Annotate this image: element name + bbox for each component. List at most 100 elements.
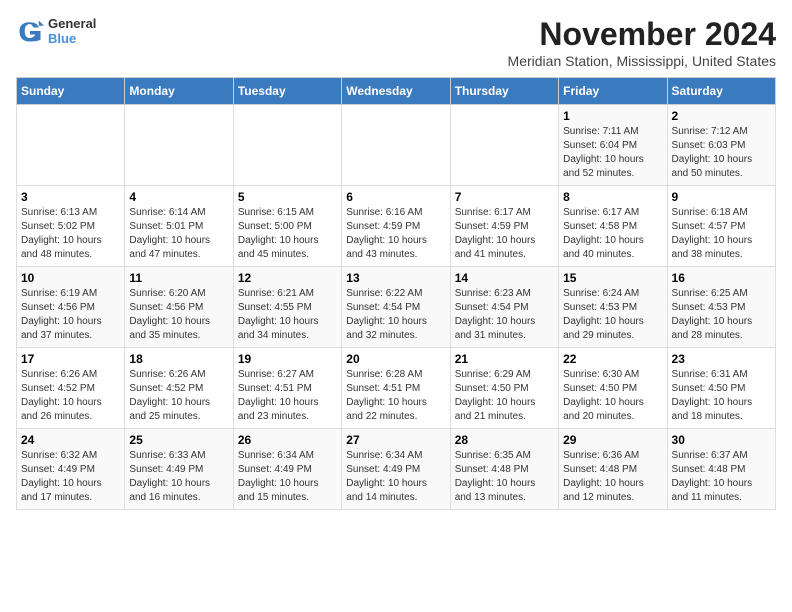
- day-info: Sunrise: 7:11 AM Sunset: 6:04 PM Dayligh…: [563, 125, 662, 181]
- day-info: Sunrise: 6:34 AM Sunset: 4:49 PM Dayligh…: [346, 449, 445, 505]
- table-row: 13 Sunrise: 6:22 AM Sunset: 4:54 PM Dayli…: [342, 267, 450, 348]
- table-row: 11Sunrise: 6:20 AM Sunset: 4:56 PM Dayli…: [125, 267, 233, 348]
- day-number: 7: [455, 190, 554, 204]
- day-info: Sunrise: 6:21 AM Sunset: 4:55 PM Dayligh…: [238, 287, 337, 343]
- day-number: 27: [346, 433, 445, 447]
- table-row: 9 Sunrise: 6:18 AM Sunset: 4:57 PM Daylig…: [667, 186, 775, 267]
- table-row: 1 Sunrise: 7:11 AM Sunset: 6:04 PM Daylig…: [559, 105, 667, 186]
- day-info: Sunrise: 6:36 AM Sunset: 4:48 PM Dayligh…: [563, 449, 662, 505]
- logo-text: General Blue: [48, 16, 96, 46]
- day-info: Sunrise: 6:26 AM Sunset: 4:52 PM Dayligh…: [129, 368, 228, 424]
- day-info: Sunrise: 6:25 AM Sunset: 4:53 PM Dayligh…: [672, 287, 771, 343]
- table-row: 30 Sunrise: 6:37 AM Sunset: 4:48 PM Dayli…: [667, 429, 775, 510]
- location: Meridian Station, Mississippi, United St…: [508, 53, 776, 69]
- day-number: 26: [238, 433, 337, 447]
- day-number: 24: [21, 433, 120, 447]
- header-monday: Monday: [125, 78, 233, 105]
- day-number: 10: [21, 271, 120, 285]
- day-number: 25: [129, 433, 228, 447]
- day-info: Sunrise: 6:37 AM Sunset: 4:48 PM Dayligh…: [672, 449, 771, 505]
- day-number: 4: [129, 190, 228, 204]
- week-row-3: 10 Sunrise: 6:19 AM Sunset: 4:56 PM Dayli…: [17, 267, 776, 348]
- table-row: 29 Sunrise: 6:36 AM Sunset: 4:48 PM Dayli…: [559, 429, 667, 510]
- table-row: 16 Sunrise: 6:25 AM Sunset: 4:53 PM Dayli…: [667, 267, 775, 348]
- day-info: Sunrise: 6:28 AM Sunset: 4:51 PM Dayligh…: [346, 368, 445, 424]
- day-info: Sunrise: 6:16 AM Sunset: 4:59 PM Dayligh…: [346, 206, 445, 262]
- calendar-table: SundayMondayTuesdayWednesdayThursdayFrid…: [16, 77, 776, 510]
- day-number: 16: [672, 271, 771, 285]
- header-tuesday: Tuesday: [233, 78, 341, 105]
- header-friday: Friday: [559, 78, 667, 105]
- day-info: Sunrise: 6:30 AM Sunset: 4:50 PM Dayligh…: [563, 368, 662, 424]
- day-info: Sunrise: 6:17 AM Sunset: 4:59 PM Dayligh…: [455, 206, 554, 262]
- day-info: Sunrise: 6:31 AM Sunset: 4:50 PM Dayligh…: [672, 368, 771, 424]
- table-row: 24 Sunrise: 6:32 AM Sunset: 4:49 PM Dayli…: [17, 429, 125, 510]
- header-sunday: Sunday: [17, 78, 125, 105]
- day-info: Sunrise: 6:14 AM Sunset: 5:01 PM Dayligh…: [129, 206, 228, 262]
- day-number: 12: [238, 271, 337, 285]
- logo: General Blue: [16, 16, 96, 46]
- day-number: 14: [455, 271, 554, 285]
- day-info: Sunrise: 6:27 AM Sunset: 4:51 PM Dayligh…: [238, 368, 337, 424]
- day-info: Sunrise: 6:17 AM Sunset: 4:58 PM Dayligh…: [563, 206, 662, 262]
- day-number: 15: [563, 271, 662, 285]
- day-number: 6: [346, 190, 445, 204]
- month-title: November 2024: [508, 16, 776, 53]
- day-number: 21: [455, 352, 554, 366]
- table-row: 10 Sunrise: 6:19 AM Sunset: 4:56 PM Dayli…: [17, 267, 125, 348]
- day-number: 30: [672, 433, 771, 447]
- table-row: 19Sunrise: 6:27 AM Sunset: 4:51 PM Dayli…: [233, 348, 341, 429]
- day-info: Sunrise: 6:19 AM Sunset: 4:56 PM Dayligh…: [21, 287, 120, 343]
- header-thursday: Thursday: [450, 78, 558, 105]
- day-info: Sunrise: 6:32 AM Sunset: 4:49 PM Dayligh…: [21, 449, 120, 505]
- day-info: Sunrise: 6:13 AM Sunset: 5:02 PM Dayligh…: [21, 206, 120, 262]
- day-info: Sunrise: 6:22 AM Sunset: 4:54 PM Dayligh…: [346, 287, 445, 343]
- day-number: 28: [455, 433, 554, 447]
- table-row: 3Sunrise: 6:13 AM Sunset: 5:02 PM Daylig…: [17, 186, 125, 267]
- day-info: Sunrise: 6:23 AM Sunset: 4:54 PM Dayligh…: [455, 287, 554, 343]
- table-row: [17, 105, 125, 186]
- table-row: 28 Sunrise: 6:35 AM Sunset: 4:48 PM Dayli…: [450, 429, 558, 510]
- calendar-body: 1 Sunrise: 7:11 AM Sunset: 6:04 PM Daylig…: [17, 105, 776, 510]
- day-number: 2: [672, 109, 771, 123]
- header-row: SundayMondayTuesdayWednesdayThursdayFrid…: [17, 78, 776, 105]
- table-row: 26 Sunrise: 6:34 AM Sunset: 4:49 PM Dayli…: [233, 429, 341, 510]
- table-row: 25 Sunrise: 6:33 AM Sunset: 4:49 PM Dayli…: [125, 429, 233, 510]
- header-wednesday: Wednesday: [342, 78, 450, 105]
- table-row: [450, 105, 558, 186]
- week-row-4: 17 Sunrise: 6:26 AM Sunset: 4:52 PM Dayli…: [17, 348, 776, 429]
- header-saturday: Saturday: [667, 78, 775, 105]
- table-row: 14 Sunrise: 6:23 AM Sunset: 4:54 PM Dayli…: [450, 267, 558, 348]
- table-row: 6 Sunrise: 6:16 AM Sunset: 4:59 PM Daylig…: [342, 186, 450, 267]
- table-row: 7 Sunrise: 6:17 AM Sunset: 4:59 PM Daylig…: [450, 186, 558, 267]
- table-row: 18 Sunrise: 6:26 AM Sunset: 4:52 PM Dayli…: [125, 348, 233, 429]
- day-number: 5: [238, 190, 337, 204]
- table-row: 27 Sunrise: 6:34 AM Sunset: 4:49 PM Dayli…: [342, 429, 450, 510]
- day-info: Sunrise: 6:35 AM Sunset: 4:48 PM Dayligh…: [455, 449, 554, 505]
- table-row: 8 Sunrise: 6:17 AM Sunset: 4:58 PM Daylig…: [559, 186, 667, 267]
- table-row: 20Sunrise: 6:28 AM Sunset: 4:51 PM Dayli…: [342, 348, 450, 429]
- table-row: [342, 105, 450, 186]
- day-number: 18: [129, 352, 228, 366]
- day-number: 8: [563, 190, 662, 204]
- table-row: 4 Sunrise: 6:14 AM Sunset: 5:01 PM Daylig…: [125, 186, 233, 267]
- day-info: Sunrise: 7:12 AM Sunset: 6:03 PM Dayligh…: [672, 125, 771, 181]
- day-number: 13: [346, 271, 445, 285]
- table-row: 2 Sunrise: 7:12 AM Sunset: 6:03 PM Daylig…: [667, 105, 775, 186]
- day-number: 29: [563, 433, 662, 447]
- day-number: 17: [21, 352, 120, 366]
- day-number: 1: [563, 109, 662, 123]
- day-number: 9: [672, 190, 771, 204]
- day-info: Sunrise: 6:33 AM Sunset: 4:49 PM Dayligh…: [129, 449, 228, 505]
- logo-line1: General: [48, 16, 96, 31]
- table-row: [233, 105, 341, 186]
- day-info: Sunrise: 6:24 AM Sunset: 4:53 PM Dayligh…: [563, 287, 662, 343]
- header: General Blue November 2024 Meridian Stat…: [16, 16, 776, 69]
- logo-icon: [16, 17, 44, 45]
- table-row: 21Sunrise: 6:29 AM Sunset: 4:50 PM Dayli…: [450, 348, 558, 429]
- day-info: Sunrise: 6:34 AM Sunset: 4:49 PM Dayligh…: [238, 449, 337, 505]
- day-info: Sunrise: 6:26 AM Sunset: 4:52 PM Dayligh…: [21, 368, 120, 424]
- day-info: Sunrise: 6:18 AM Sunset: 4:57 PM Dayligh…: [672, 206, 771, 262]
- title-block: November 2024 Meridian Station, Mississi…: [508, 16, 776, 69]
- table-row: 23Sunrise: 6:31 AM Sunset: 4:50 PM Dayli…: [667, 348, 775, 429]
